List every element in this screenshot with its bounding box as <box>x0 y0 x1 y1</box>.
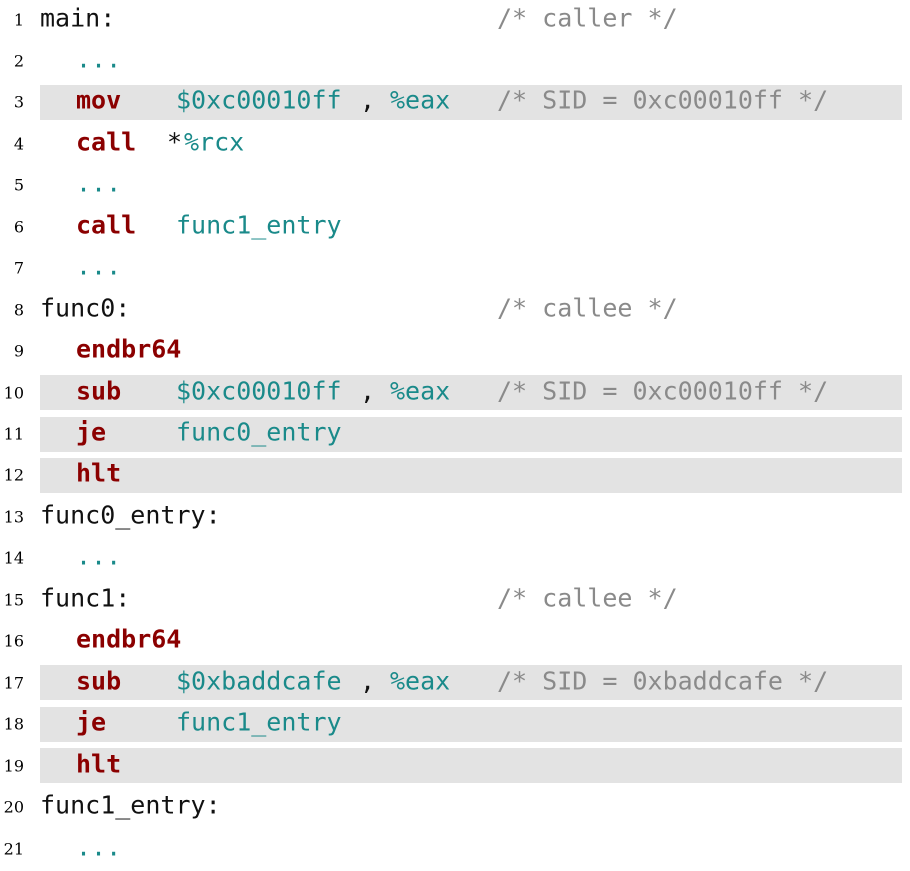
comment: /* SID = 0xc00010ff */ <box>497 85 829 115</box>
comment: /* SID = 0xbaddcafe */ <box>497 666 829 696</box>
ellipsis: ... <box>76 251 122 281</box>
line-number: 6 <box>13 217 24 237</box>
mnemonic: endbr64 <box>76 334 182 364</box>
ellipsis: ... <box>76 832 122 861</box>
comma: , <box>360 376 376 406</box>
comma: , <box>360 85 376 115</box>
code-line-1: 1 main: /* caller */ <box>0 0 910 37</box>
code-line-9: 9 endbr64 <box>0 332 910 369</box>
highlight-bar <box>40 748 902 784</box>
line-number: 9 <box>13 341 24 361</box>
line-number: 21 <box>3 838 24 858</box>
mnemonic: je <box>76 417 107 447</box>
line-number: 8 <box>13 299 24 319</box>
label: func1_entry: <box>40 790 221 820</box>
code-listing: 1 main: /* caller */ 2 ... 3 mov $0xc000… <box>0 0 910 871</box>
code-line-13: 13 func0_entry: <box>0 497 910 534</box>
code-line-10: 10 sub $0xc00010ff , %eax /* SID = 0xc00… <box>0 373 910 411</box>
comment: /* callee */ <box>497 583 678 613</box>
line-number: 13 <box>3 507 24 527</box>
line-number: 15 <box>3 590 24 610</box>
register: %eax <box>390 376 451 406</box>
line-number: 16 <box>3 631 24 651</box>
code-line-17: 17 sub $0xbaddcafe , %eax /* SID = 0xbad… <box>0 663 910 701</box>
label: func1: <box>40 583 131 613</box>
code-line-18: 18 je func1_entry <box>0 705 910 742</box>
mnemonic: call <box>76 127 137 157</box>
line-number: 1 <box>13 9 24 29</box>
mnemonic: sub <box>76 376 122 406</box>
mnemonic: mov <box>76 85 122 115</box>
line-number: 14 <box>3 548 24 568</box>
code-line-19: 19 hlt <box>0 746 910 784</box>
code-line-2: 2 ... <box>0 41 910 78</box>
mnemonic: hlt <box>76 749 122 779</box>
line-number: 2 <box>13 51 24 71</box>
mnemonic: je <box>76 707 107 737</box>
line-number: 12 <box>3 465 24 485</box>
comment: /* SID = 0xc00010ff */ <box>497 376 829 406</box>
register: %rcx <box>184 127 245 157</box>
register: %eax <box>390 666 451 696</box>
comment: /* caller */ <box>497 3 678 32</box>
code-line-12: 12 hlt <box>0 456 910 493</box>
operand: $0xc00010ff <box>176 376 342 406</box>
code-line-15: 15 func1: /* callee */ <box>0 580 910 617</box>
mnemonic: hlt <box>76 458 122 488</box>
label: func0: <box>40 293 131 323</box>
code-line-5: 5 ... <box>0 166 910 203</box>
line-number: 18 <box>3 714 24 734</box>
mnemonic: call <box>76 210 137 240</box>
line-number: 17 <box>3 672 24 692</box>
operand: $0xc00010ff <box>176 85 342 115</box>
indirect-star: * <box>167 127 183 157</box>
code-line-6: 6 call func1_entry <box>0 207 910 244</box>
line-number: 20 <box>3 797 24 817</box>
code-line-21: 21 ... <box>0 829 910 866</box>
comment: /* callee */ <box>497 293 678 323</box>
line-number: 10 <box>3 382 24 402</box>
operand: $0xbaddcafe <box>176 666 342 696</box>
highlight-bar <box>40 416 902 452</box>
label: main: <box>40 3 116 32</box>
line-number: 19 <box>3 755 24 775</box>
label: func0_entry: <box>40 500 221 530</box>
code-line-11: 11 je func0_entry <box>0 415 910 452</box>
operand: func1_entry <box>176 210 342 240</box>
code-line-3: 3 mov $0xc00010ff , %eax /* SID = 0xc000… <box>0 83 910 120</box>
code-line-7: 7 ... <box>0 249 910 286</box>
operand: func0_entry <box>176 417 342 447</box>
ellipsis: ... <box>76 541 122 571</box>
line-number: 5 <box>13 175 24 195</box>
line-number: 4 <box>13 134 24 154</box>
code-line-20: 20 func1_entry: <box>0 788 910 825</box>
line-number: 3 <box>13 92 24 112</box>
operand: func1_entry <box>176 707 342 737</box>
line-number: 7 <box>13 258 24 278</box>
code-line-16: 16 endbr64 <box>0 622 910 659</box>
code-line-4: 4 call * %rcx <box>0 124 910 161</box>
ellipsis: ... <box>76 44 122 74</box>
highlight-bar <box>40 457 902 493</box>
comma: , <box>360 666 376 696</box>
register: %eax <box>390 85 451 115</box>
mnemonic: sub <box>76 666 122 696</box>
highlight-bar <box>40 706 902 742</box>
code-line-8: 8 func0: /* callee */ <box>0 290 910 327</box>
mnemonic: endbr64 <box>76 624 182 654</box>
ellipsis: ... <box>76 168 122 198</box>
line-number: 11 <box>3 424 24 444</box>
code-line-14: 14 ... <box>0 539 910 576</box>
